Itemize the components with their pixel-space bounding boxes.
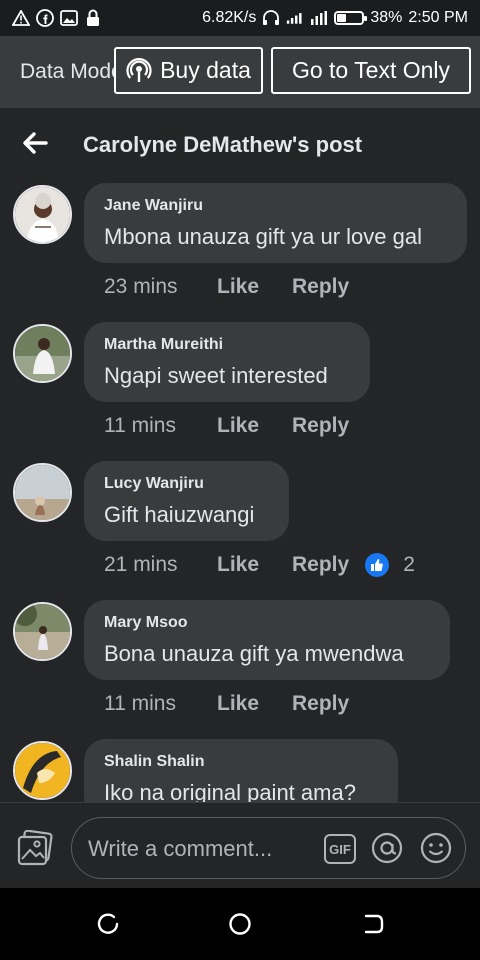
recent-apps-button[interactable] xyxy=(94,910,122,938)
reply-button[interactable]: Reply xyxy=(292,692,349,716)
battery-icon xyxy=(334,11,368,25)
headset-icon xyxy=(262,9,280,27)
reply-button[interactable]: Reply xyxy=(292,275,349,299)
warning-icon xyxy=(12,9,30,27)
comment-list[interactable]: Jane Wanjiru Mbona unauza gift ya ur lov… xyxy=(0,182,480,802)
comment-author[interactable]: Jane Wanjiru xyxy=(104,197,447,215)
comment-text: Gift haiuzwangi xyxy=(104,502,255,527)
page-title: Carolyne DeMathew's post xyxy=(83,132,363,157)
avatar[interactable] xyxy=(13,324,72,383)
comment-actions: 21 mins Like Reply 2 xyxy=(104,553,415,577)
comment-field[interactable]: GIF xyxy=(71,817,466,879)
reply-button[interactable]: Reply xyxy=(292,414,349,438)
comment-time[interactable]: 11 mins xyxy=(104,414,217,438)
comment-time[interactable]: 23 mins xyxy=(104,275,217,299)
comment-text: Iko na original paint ama? xyxy=(104,780,356,802)
like-button[interactable]: Like xyxy=(217,414,292,438)
reaction-summary[interactable]: 2 xyxy=(365,553,415,577)
comment-text: Mbona unauza gift ya ur love gal xyxy=(104,224,422,249)
data-mode-bar: Data Mode Buy data Go to Text Only xyxy=(0,36,480,108)
reaction-count: 2 xyxy=(403,553,415,576)
comment-composer: GIF xyxy=(0,802,480,888)
comment-actions: 23 mins Like Reply xyxy=(104,275,349,299)
comment-text: Bona unauza gift ya mwendwa xyxy=(104,641,404,666)
buy-data-button[interactable]: Buy data xyxy=(114,47,263,94)
comment-text: Ngapi sweet interested xyxy=(104,363,328,388)
comment-bubble[interactable]: Mary Msoo Bona unauza gift ya mwendwa xyxy=(84,600,450,680)
battery-percent: 38% xyxy=(370,9,403,26)
comment-actions: 11 mins Like Reply xyxy=(104,692,349,716)
thumbs-up-icon xyxy=(365,553,390,577)
like-button[interactable]: Like xyxy=(217,692,292,716)
system-nav-bar xyxy=(0,888,480,960)
photo-icon xyxy=(17,829,53,866)
back-nav-icon xyxy=(364,914,384,934)
like-button[interactable]: Like xyxy=(217,553,292,577)
reply-button[interactable]: Reply xyxy=(292,553,349,577)
status-right: 6.82K/s 38% 2:50 PM xyxy=(202,9,468,27)
image-icon xyxy=(60,9,78,27)
comment-time[interactable]: 21 mins xyxy=(104,553,217,577)
comment-time[interactable]: 11 mins xyxy=(104,692,217,716)
comment-bubble[interactable]: Shalin Shalin Iko na original paint ama? xyxy=(84,739,398,802)
post-header: Carolyne DeMathew's post xyxy=(0,108,480,182)
photo-button[interactable] xyxy=(17,829,53,866)
mention-button[interactable] xyxy=(370,831,404,865)
comment-author[interactable]: Mary Msoo xyxy=(104,614,430,632)
data-mode-label: Data Mode xyxy=(20,60,118,83)
status-left-icons xyxy=(12,9,102,27)
like-button[interactable]: Like xyxy=(217,275,292,299)
gif-button[interactable]: GIF xyxy=(324,834,356,864)
back-arrow-icon xyxy=(23,132,48,154)
comment-bubble[interactable]: Jane Wanjiru Mbona unauza gift ya ur lov… xyxy=(84,183,467,263)
emoji-button[interactable] xyxy=(419,831,453,865)
avatar[interactable] xyxy=(13,741,72,800)
signal-icon xyxy=(286,9,304,27)
recent-apps-icon xyxy=(97,913,119,934)
back-button[interactable] xyxy=(20,128,50,158)
facebook-icon xyxy=(36,9,54,27)
home-icon xyxy=(229,913,251,935)
smiley-icon xyxy=(420,832,452,864)
comment-bubble[interactable]: Martha Mureithi Ngapi sweet interested xyxy=(84,322,370,402)
broadcast-icon xyxy=(126,57,152,84)
go-to-text-only-button[interactable]: Go to Text Only xyxy=(271,47,471,94)
comment-input[interactable] xyxy=(88,834,298,864)
lock-icon xyxy=(84,9,102,27)
network-speed: 6.82K/s xyxy=(202,9,257,26)
home-button[interactable] xyxy=(226,910,254,938)
wifi-icon xyxy=(310,9,328,27)
go-to-text-only-label: Go to Text Only xyxy=(291,57,451,83)
back-nav-button[interactable] xyxy=(360,910,388,938)
status-bar: 6.82K/s 38% 2:50 PM xyxy=(0,0,480,36)
avatar[interactable] xyxy=(13,463,72,522)
gif-label: GIF xyxy=(329,841,351,857)
comment-bubble[interactable]: Lucy Wanjiru Gift haiuzwangi xyxy=(84,461,289,541)
comment-author[interactable]: Martha Mureithi xyxy=(104,336,350,354)
buy-data-label: Buy data xyxy=(160,57,251,83)
comment-author[interactable]: Lucy Wanjiru xyxy=(104,475,269,493)
avatar[interactable] xyxy=(13,185,72,244)
comment-author[interactable]: Shalin Shalin xyxy=(104,753,378,771)
comment-actions: 11 mins Like Reply xyxy=(104,414,349,438)
clock: 2:50 PM xyxy=(408,9,468,26)
at-icon xyxy=(371,832,403,864)
avatar[interactable] xyxy=(13,602,72,661)
